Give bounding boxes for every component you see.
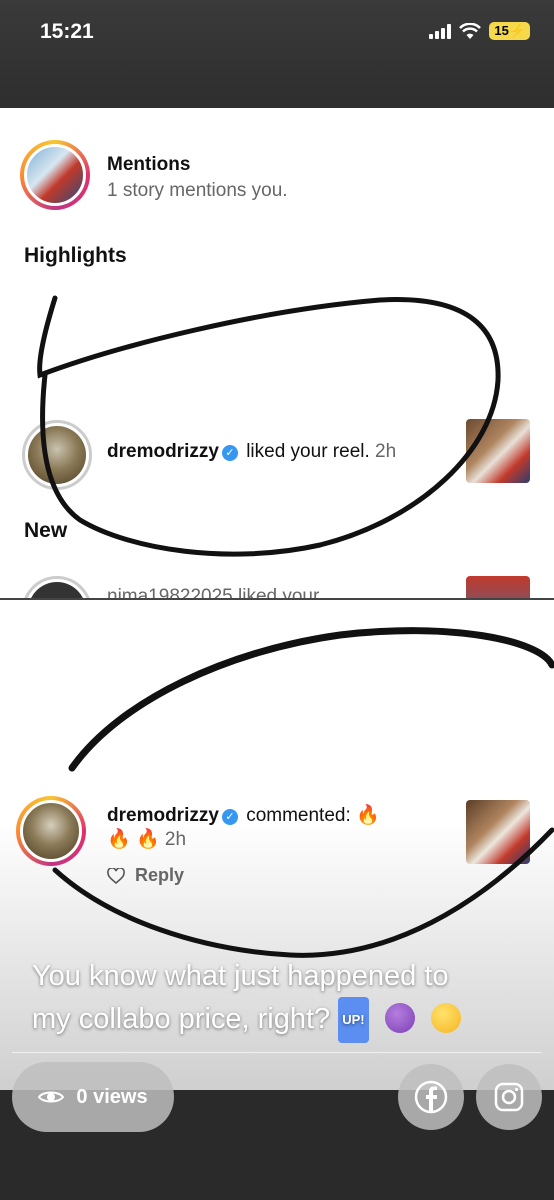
highlight-time: 2h [375,441,397,462]
wifi-icon [459,22,482,39]
caption-line-2-text: my collabo price, right? [32,1003,331,1035]
comment-body: 🔥 🔥 2h [107,827,186,851]
battery-indicator: 15⚡ [489,22,530,40]
reply-row[interactable]: Reply [107,865,184,886]
highlight-avatar[interactable] [22,420,92,490]
comment-thumbnail[interactable] [466,800,530,864]
status-time: 15:21 [40,20,94,43]
comment-username[interactable]: dremodrizzy [107,805,219,826]
new-item-text[interactable]: nima19822025 liked your [107,586,319,598]
highlight-action: liked your reel. [246,441,370,462]
devil-emoji-icon [384,1003,415,1033]
highlights-heading: Highlights [24,244,127,267]
comment-notification[interactable]: dremodrizzy ✓ commented: 🔥 [107,803,380,827]
new-heading: New [24,519,68,542]
status-bar: 15:21 15⚡ [0,0,554,108]
views-button[interactable]: 0 views [12,1062,174,1132]
comment-avatar[interactable] [16,796,86,866]
instagram-share-button[interactable] [476,1064,542,1130]
caption-line-1: You know what just happened to [32,960,449,992]
new-item-thumbnail[interactable] [466,576,530,598]
notification-screenshot-1: Mentions 1 story mentions you. Highlight… [0,108,554,598]
status-icons: 15⚡ [429,22,530,40]
mentions-avatar[interactable] [20,140,90,210]
highlight-notification[interactable]: dremodrizzy ✓ liked your reel. 2h [107,441,396,463]
facebook-icon [414,1080,448,1114]
story-separator [12,1052,542,1053]
eye-icon [38,1091,65,1103]
mentions-title: Mentions [107,154,191,175]
fire-icon: 🔥 [135,829,160,850]
facebook-share-button[interactable] [398,1064,464,1130]
mentions-subtitle: 1 story mentions you. [107,180,288,201]
signal-icon [429,23,452,39]
instagram-icon [494,1082,524,1112]
verified-icon: ✓ [221,445,238,461]
fire-icon: 🔥 [356,805,380,826]
heart-icon[interactable] [107,867,125,884]
verified-icon: ✓ [221,809,238,825]
fire-icon: 🔥 [107,829,131,850]
story-caption: You know what just happened to my collab… [32,955,532,1043]
comment-time: 2h [164,829,187,850]
highlight-username[interactable]: dremodrizzy [107,441,219,462]
comment-action: commented: [246,805,351,826]
wink-emoji-icon [430,1003,461,1033]
reply-button[interactable]: Reply [135,865,184,886]
caption-line-2: my collabo price, right? UP! [32,997,532,1043]
new-item-avatar[interactable] [22,576,92,598]
reel-thumbnail[interactable] [466,419,530,483]
views-label: 0 views [76,1085,148,1108]
up-badge-icon: UP! [338,997,369,1043]
